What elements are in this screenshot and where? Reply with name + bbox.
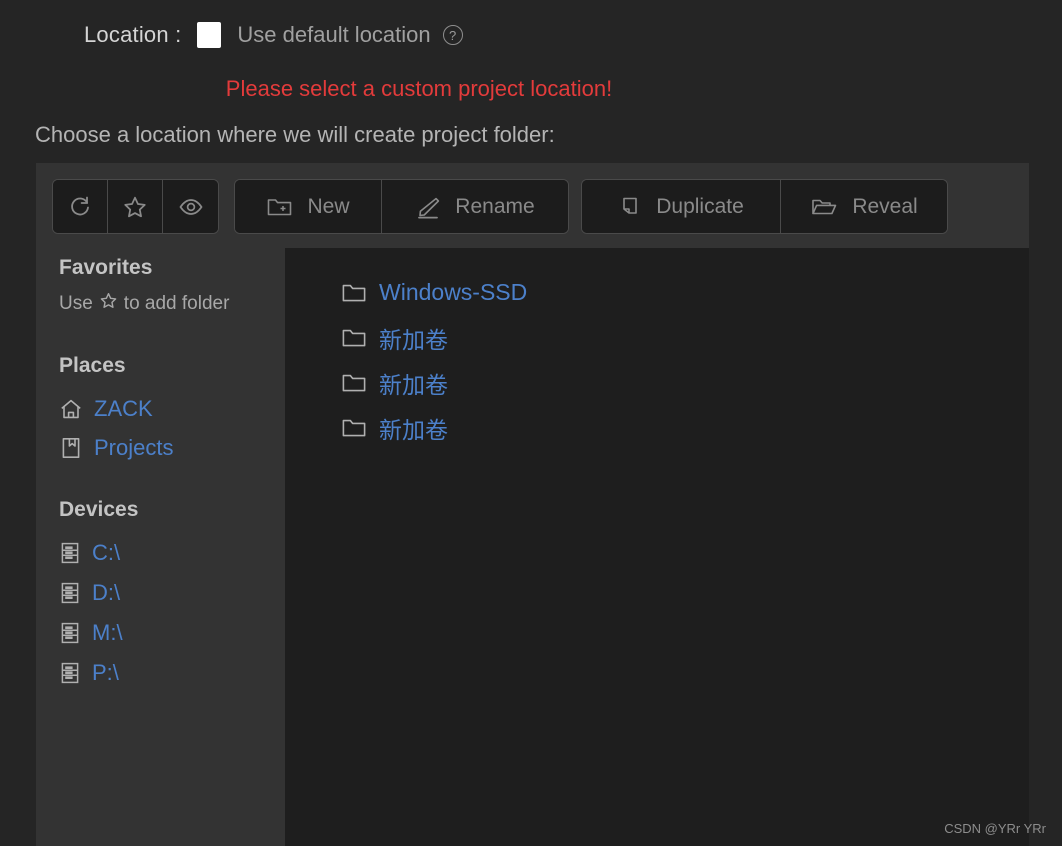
file-list: Windows-SSD 新加卷 新加卷 新加卷 [285, 248, 1029, 846]
file-list-item-name: 新加卷 [379, 371, 448, 398]
sidebar-item-zack-label: ZACK [94, 396, 153, 421]
location-row: Location : Use default location ? [84, 22, 463, 48]
folder-plus-icon [266, 195, 293, 219]
file-browser-panel: New Rename Duplicate Reveal Favorites Us… [36, 163, 1029, 846]
dialog-header: Location : Use default location ? Please… [0, 0, 1062, 163]
pencil-icon [415, 195, 441, 219]
eye-icon [177, 194, 205, 220]
folder-icon [341, 372, 367, 394]
rename-button-label: Rename [455, 194, 535, 218]
location-label: Location : [84, 22, 182, 47]
duplicate-button[interactable]: Duplicate [582, 180, 781, 233]
reveal-button[interactable]: Reveal [781, 180, 947, 233]
sidebar-section-devices-title: Devices [59, 498, 139, 521]
folder-icon [341, 282, 367, 304]
sidebar-item-drive-d[interactable]: D:\ [36, 580, 285, 606]
duplicate-button-label: Duplicate [656, 194, 744, 218]
reveal-button-label: Reveal [852, 194, 918, 218]
star-icon [99, 291, 118, 316]
sidebar-item-drive-c-label: C:\ [92, 540, 121, 565]
sidebar-section-favorites-title: Favorites [59, 256, 153, 279]
drive-icon [59, 581, 81, 605]
sidebar-item-drive-m[interactable]: M:\ [36, 620, 285, 646]
rename-button[interactable]: Rename [382, 180, 568, 233]
use-default-location-label: Use default location [237, 22, 431, 47]
error-message: Please select a custom project location! [225, 76, 613, 101]
copy-icon [618, 194, 642, 220]
question-circle-icon[interactable]: ? [442, 25, 463, 45]
file-list-item-name: Windows-SSD [379, 279, 528, 305]
sidebar-item-projects[interactable]: Projects [36, 435, 285, 461]
drive-icon [59, 541, 81, 565]
sidebar-item-drive-p[interactable]: P:\ [36, 660, 285, 686]
drive-icon [59, 621, 81, 645]
sidebar-favorites-hint-before: Use [59, 292, 93, 314]
new-button-label: New [307, 194, 350, 218]
drive-icon [59, 661, 81, 685]
sidebar-item-projects-label: Projects [94, 435, 174, 460]
instruction-text: Choose a location where we will create p… [35, 122, 555, 147]
use-default-location-checkbox[interactable] [197, 22, 222, 48]
toolbar-group-icon-actions [52, 179, 219, 234]
file-list-item-name: 新加卷 [379, 326, 448, 353]
sidebar-favorites-hint: Use to add folder [36, 291, 285, 316]
file-list-item-name: 新加卷 [379, 416, 448, 443]
watermark: CSDN @YRr YRr [944, 821, 1046, 836]
new-button[interactable]: New [235, 180, 382, 233]
sidebar-item-drive-p-label: P:\ [92, 660, 119, 685]
toolbar: New Rename Duplicate Reveal [36, 163, 1029, 248]
sidebar-favorites-hint-after: to add folder [123, 292, 230, 314]
file-list-item[interactable]: Windows-SSD [285, 270, 1029, 315]
preview-button[interactable] [163, 180, 218, 233]
sidebar-item-drive-m-label: M:\ [92, 620, 123, 645]
file-list-item[interactable]: 新加卷 [285, 360, 1029, 405]
sidebar-item-drive-c[interactable]: C:\ [36, 540, 285, 566]
folder-icon [341, 417, 367, 439]
refresh-button[interactable] [53, 180, 108, 233]
star-icon [122, 194, 148, 220]
favorite-button[interactable] [108, 180, 163, 233]
sidebar-section-places-title: Places [59, 354, 126, 377]
folder-icon [341, 327, 367, 349]
toolbar-group-file-actions: New Rename [234, 179, 569, 234]
sidebar-item-drive-d-label: D:\ [92, 580, 121, 605]
file-list-item[interactable]: 新加卷 [285, 405, 1029, 450]
sidebar: Favorites Use to add folder Places ZACK [36, 248, 285, 846]
home-icon [59, 397, 83, 421]
sidebar-item-zack[interactable]: ZACK [36, 396, 285, 422]
bookmark-icon [59, 436, 83, 460]
folder-open-icon [810, 195, 838, 219]
file-list-item[interactable]: 新加卷 [285, 315, 1029, 360]
toolbar-group-extra-actions: Duplicate Reveal [581, 179, 948, 234]
refresh-icon [67, 194, 93, 220]
